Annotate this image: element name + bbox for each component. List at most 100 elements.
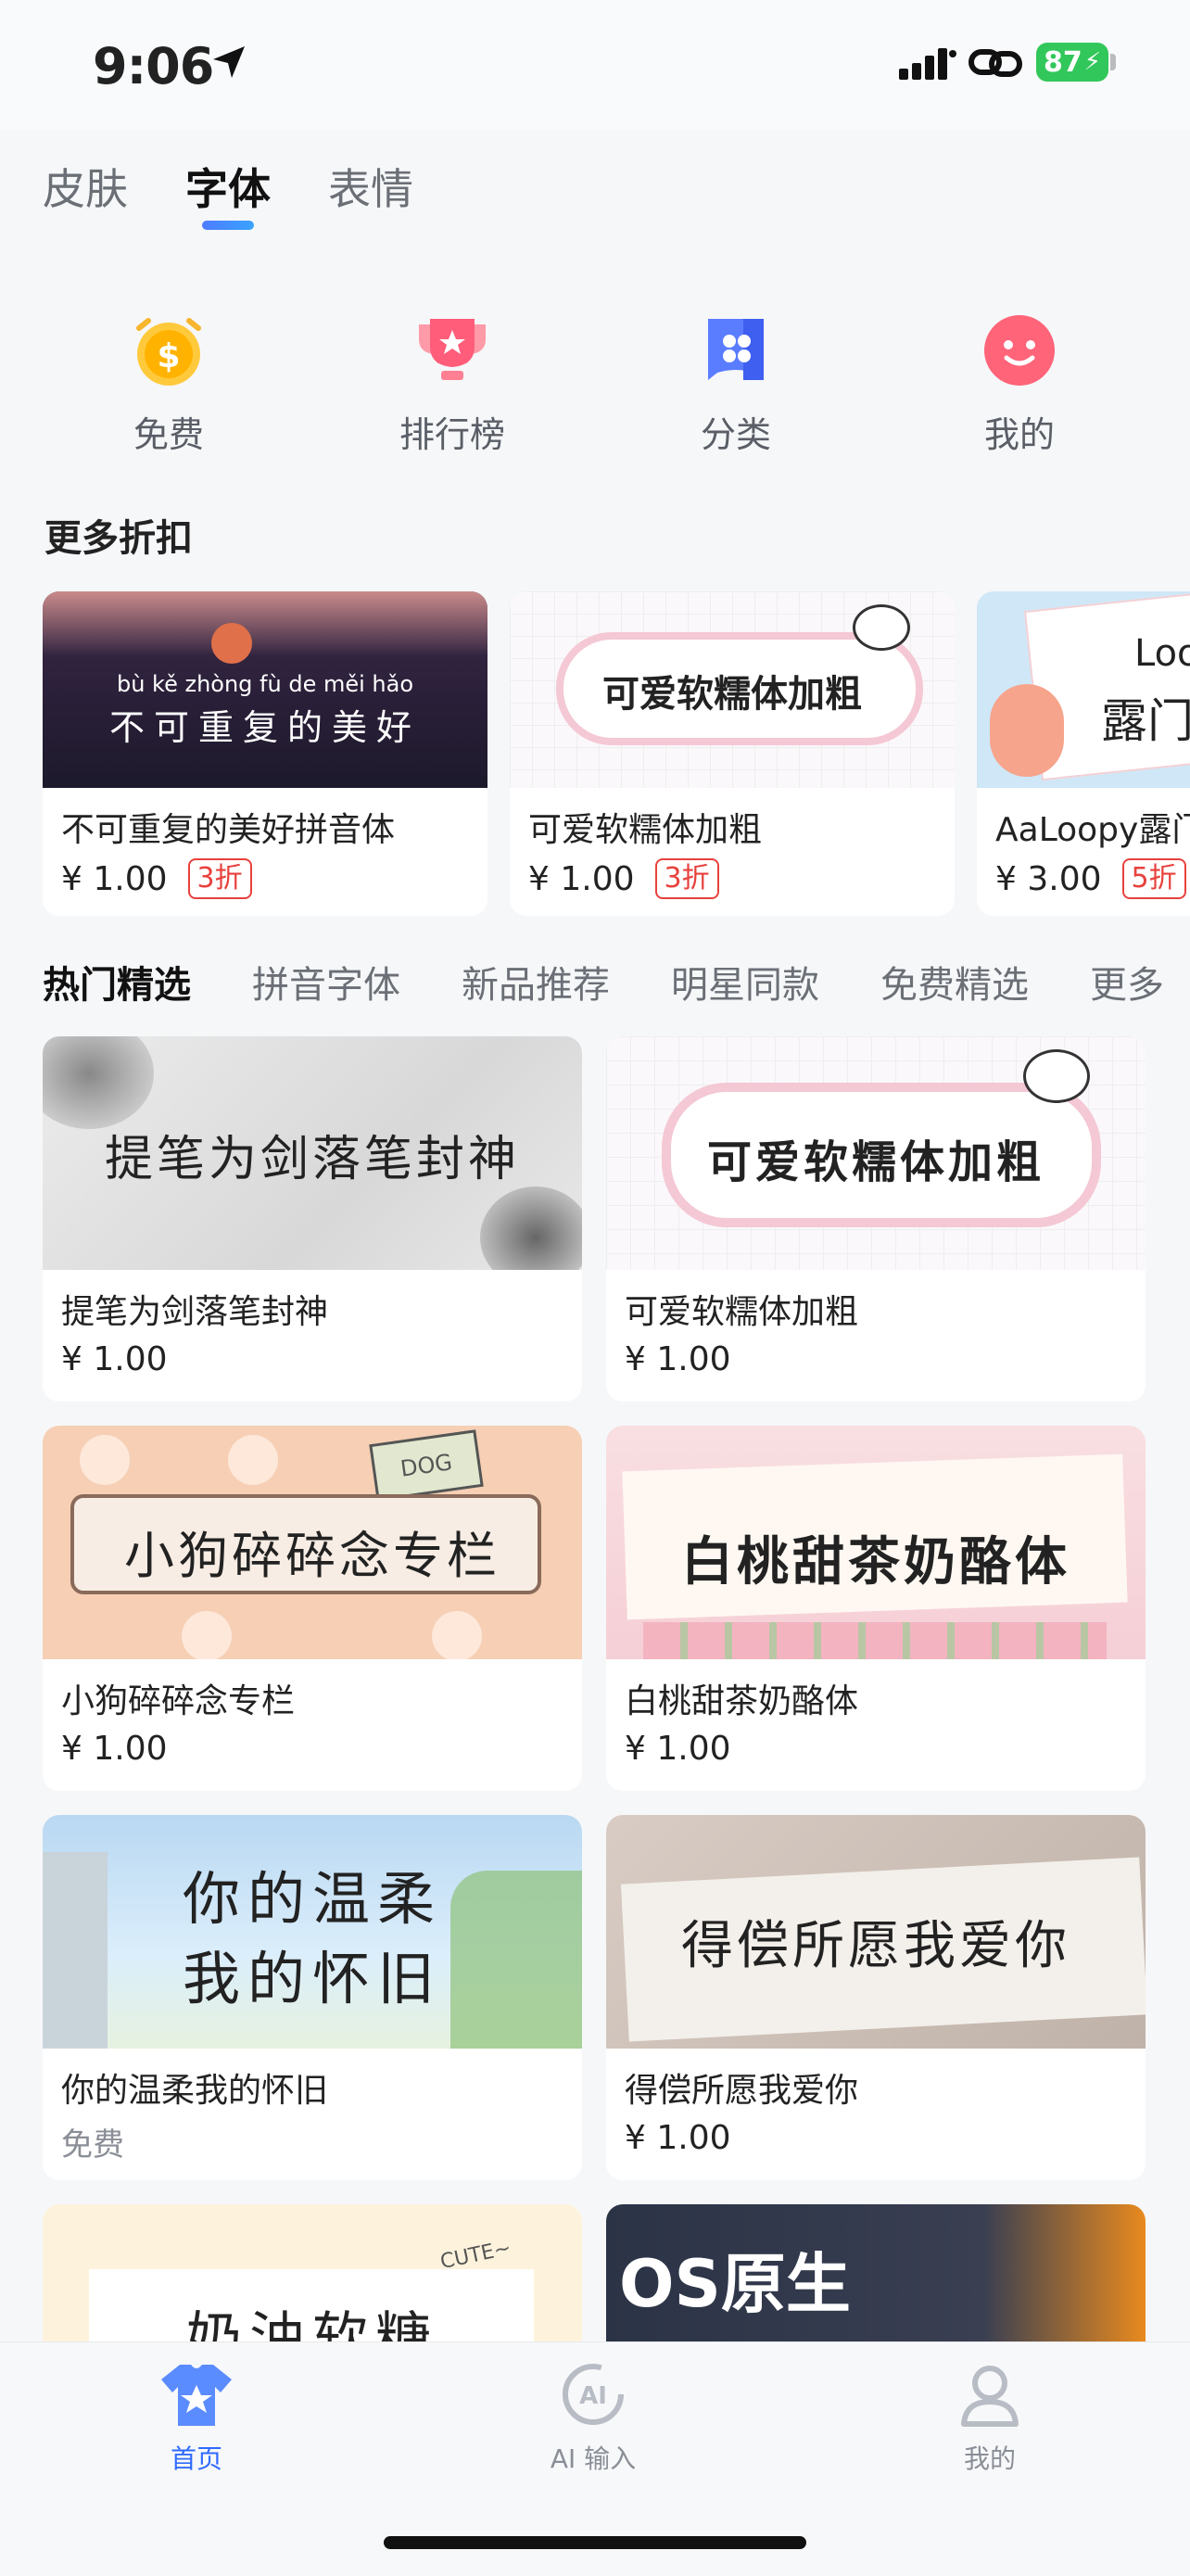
discount-card[interactable]: 可爱软糯体加粗 可爱软糯体加粗 ¥ 1.00 3折 [510,591,955,916]
font-preview-image: 可爱软糯体加粗 [606,1036,1146,1270]
puppy-sticker [1023,1049,1090,1103]
font-name: 不可重复的美好拼音体 [61,811,396,849]
category-tab-free[interactable]: 免费精选 [880,955,1029,1009]
puppy-sticker [853,604,910,651]
thumb-text: 不可重复的美好 [108,707,421,748]
svg-text:AI: AI [579,2382,607,2410]
bottom-tab-ai-input[interactable]: AI AI 输入 [500,2361,686,2476]
thumb-text: 可爱软糯体加粗 [706,1136,1044,1188]
trophy-icon [413,311,491,389]
font-name: 小狗碎碎念专栏 [61,1682,296,1720]
discount-card[interactable]: Loo 露门 AaLoopy露门 ¥ 3.00 5折 [977,591,1190,916]
bottom-tab-label: 首页 [170,2443,222,2474]
quick-nav-category[interactable]: 分类 [643,297,829,457]
quick-nav-label: 分类 [700,414,771,455]
font-preview-image: 白桃甜茶奶酪体 [606,1426,1146,1659]
discount-badge: 3折 [654,858,719,899]
section-title-discount: 更多折扣 [44,517,193,560]
category-tab-pinyin[interactable]: 拼音字体 [252,955,400,1009]
font-card[interactable]: 可爱软糯体加粗 可爱软糯体加粗 ¥ 1.00 [606,1036,1146,1402]
font-card[interactable]: 提笔为剑落笔封神 提笔为剑落笔封神 ¥ 1.00 [43,1036,582,1402]
font-card[interactable]: 白桃甜茶奶酪体 白桃甜茶奶酪体 ¥ 1.00 [606,1426,1146,1791]
font-preview-image: 提笔为剑落笔封神 [43,1036,582,1270]
mascot-sticker [990,684,1064,777]
category-tab-celebrity[interactable]: 明星同款 [671,955,819,1009]
font-name: 白桃甜茶奶酪体 [625,1682,859,1720]
thumb-pinyin: bù kě zhòng fù de měi hǎo [116,671,414,697]
coin-icon: $ [130,311,208,389]
thumb-text: 露门 [1101,694,1190,748]
thumb-text: 可爱软糯体加粗 [602,672,862,716]
font-price: ¥ 1.00 [625,1730,731,1768]
font-card[interactable]: DOG 小狗碎碎念专栏 小狗碎碎念专栏 ¥ 1.00 [43,1426,582,1791]
quick-nav-label: 排行榜 [399,414,505,455]
svg-text:$: $ [157,337,180,375]
font-price: ¥ 3.00 [995,859,1102,898]
font-preview-image: bù kě zhòng fù de měi hǎo 不可重复的美好 [43,591,487,788]
category-tab-hot[interactable]: 热门精选 [43,955,191,1009]
battery-level: 87 [1044,45,1082,79]
thumb-text: 小狗碎碎念专栏 [124,1527,500,1585]
discount-card[interactable]: bù kě zhòng fù de měi hǎo 不可重复的美好 不可重复的美… [43,591,487,916]
bottom-tab-label: AI 输入 [550,2443,637,2474]
font-price: ¥ 1.00 [528,859,635,898]
battery-tip [1110,54,1116,70]
thumb-text: 白桃甜茶奶酪体 [681,1531,1070,1593]
font-price: ¥ 1.00 [61,1730,168,1768]
bottom-tab-mine[interactable]: 我的 [897,2361,1082,2476]
font-price: ¥ 1.00 [61,1340,168,1378]
status-time: 9:06 [93,37,214,95]
quick-nav: $ 免费 排行榜 分类 我的 [0,297,1190,463]
tab-label: 表情 [328,164,413,214]
quick-nav-label: 免费 [133,414,204,455]
quick-nav-free[interactable]: $ 免费 [76,297,261,457]
shirt-star-icon [161,2365,232,2426]
font-name: 你的温柔我的怀旧 [61,2072,329,2110]
smile-face-icon [981,311,1058,389]
top-tabs: 皮肤 字体 表情 [43,156,471,230]
thumb-text-line2: 我的怀旧 [182,1945,442,2012]
discount-badge: 5折 [1121,858,1186,899]
font-name: AaLoopy露门 [995,811,1190,849]
font-preview-image: 可爱软糯体加粗 [510,591,955,788]
font-preview-image: DOG 小狗碎碎念专栏 [43,1426,582,1659]
tab-label: 皮肤 [43,164,128,214]
ai-input-icon: AI [563,2364,624,2425]
font-name: 可爱软糯体加粗 [625,1293,859,1331]
thumb-text: 你的温柔 [182,1865,442,1933]
tab-emoji[interactable]: 表情 [328,156,413,217]
bottom-tab-home[interactable]: 首页 [104,2361,289,2476]
home-indicator[interactable] [384,2536,806,2549]
status-bar: 9:06 87 ⚡ [0,0,1190,130]
quick-nav-mine[interactable]: 我的 [927,297,1112,457]
discount-badge: 3折 [187,858,252,899]
font-card[interactable]: 得偿所愿我爱你 得偿所愿我爱你 ¥ 1.00 [606,1815,1146,2180]
category-tab-new[interactable]: 新品推荐 [462,955,610,1009]
personal-hotspot-icon [968,49,1022,77]
font-price: 免费 [61,2126,124,2164]
thumb-text: 得偿所愿我爱你 [681,1916,1070,1976]
tab-label: 字体 [185,164,271,214]
discount-carousel[interactable]: bù kě zhòng fù de měi hǎo 不可重复的美好 不可重复的美… [43,591,1190,916]
font-name: 得偿所愿我爱你 [625,2072,859,2110]
font-name: 提笔为剑落笔封神 [61,1293,329,1331]
quick-nav-ranking[interactable]: 排行榜 [360,297,545,457]
tab-font[interactable]: 字体 [185,156,271,230]
font-preview-image: Loo 露门 [977,591,1190,788]
font-preview-image: 得偿所愿我爱你 [606,1815,1146,2049]
font-card[interactable]: 你的温柔 我的怀旧 你的温柔我的怀旧 免费 [43,1815,582,2180]
category-icon [697,311,775,389]
location-arrow-icon [213,46,245,78]
font-price: ¥ 1.00 [625,2119,731,2157]
category-tab-more[interactable]: 更多 [1090,955,1164,1009]
tab-skin[interactable]: 皮肤 [43,156,128,217]
thumb-text: OS原生 [619,2246,851,2322]
signal-icon [899,48,956,80]
battery-indicator: 87 ⚡ [1036,43,1108,82]
font-name: 可爱软糯体加粗 [528,811,763,849]
user-icon [961,2366,1019,2427]
thumb-text-latin: Loo [1134,632,1190,675]
thumb-text: 提笔为剑落笔封神 [104,1132,520,1187]
font-price: ¥ 1.00 [625,1340,731,1378]
dog-tag-sticker: DOG [369,1429,484,1502]
